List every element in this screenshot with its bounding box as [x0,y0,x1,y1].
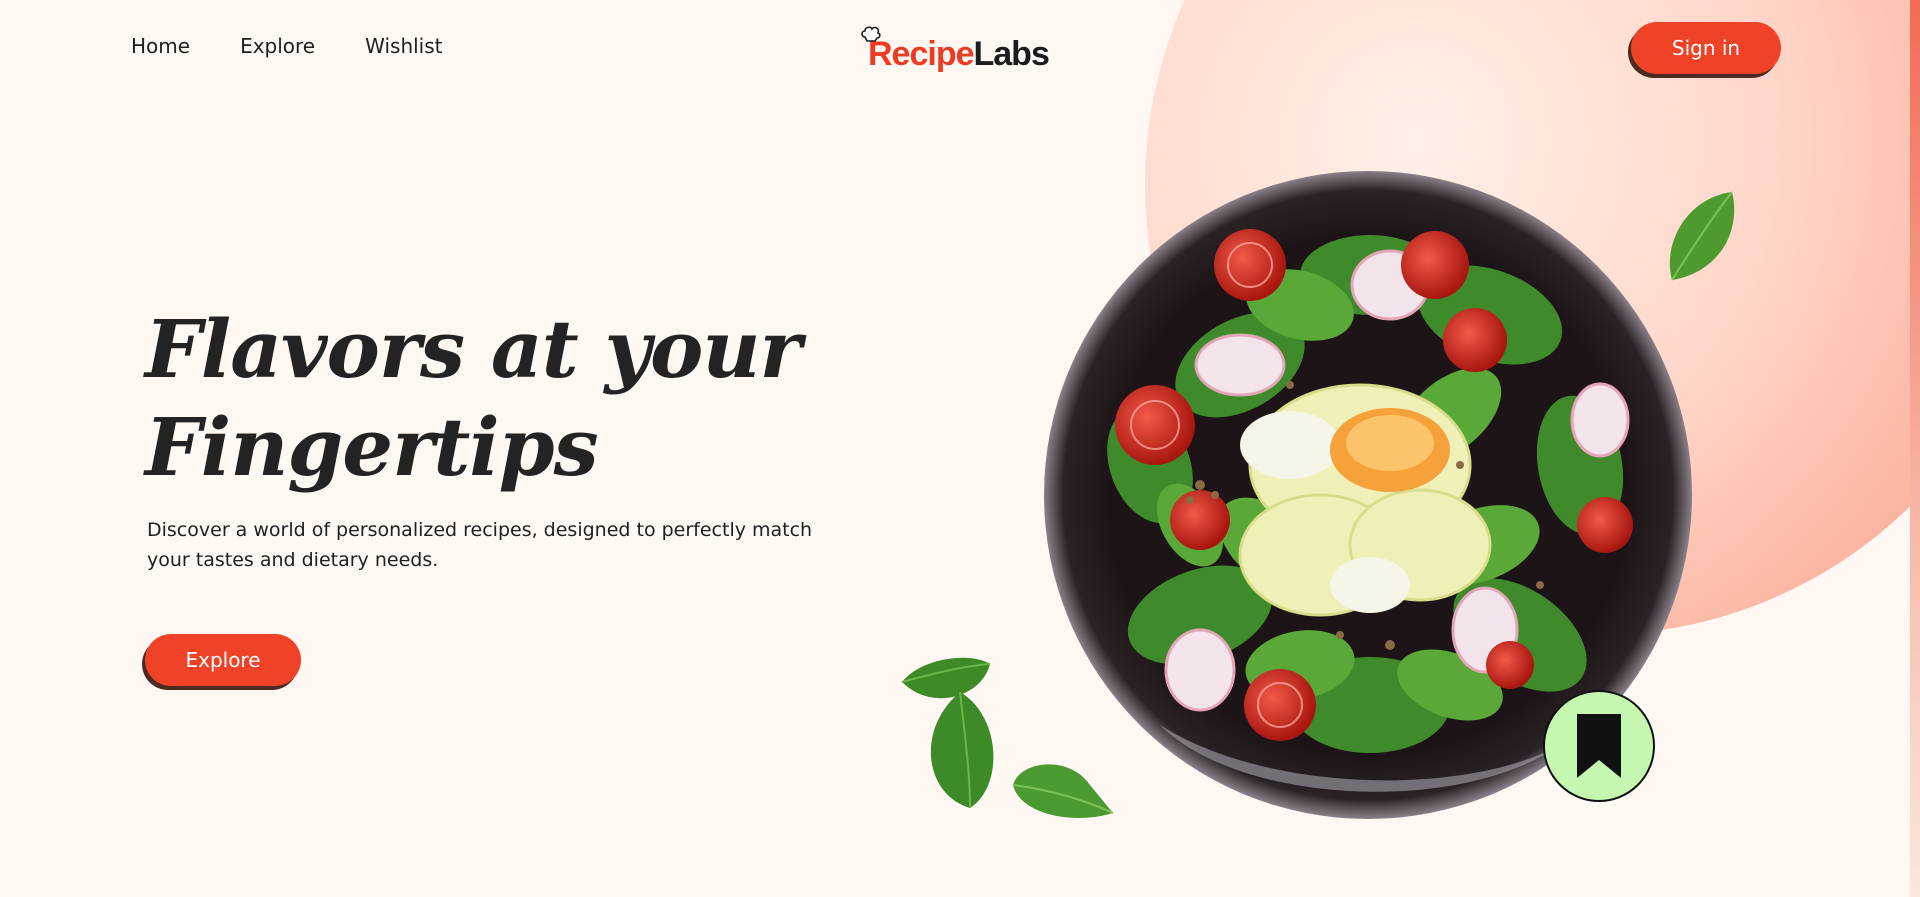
explore-cta-button[interactable]: Explore [145,634,301,686]
headline-line-2: Fingertips [145,400,599,494]
landing-page: Home Explore Wishlist Recipe Labs Sign in… [0,0,1920,897]
nav-explore-link[interactable]: Explore [240,34,315,58]
spinach-leaf-image [1669,191,1735,281]
logo-text-labs: Labs [973,35,1050,73]
bookmark-button[interactable] [1543,690,1655,802]
sign-in-button[interactable]: Sign in [1631,22,1781,74]
recipelabs-logo[interactable]: Recipe Labs [860,26,1050,74]
chef-hat-icon [861,26,881,42]
right-edge-accent [1910,0,1920,897]
spinach-leaf-image [1012,764,1114,818]
main-nav: Home Explore Wishlist [131,34,443,58]
bookmark-icon [1577,714,1621,778]
spinach-leaf-image [930,691,994,809]
nav-wishlist-link[interactable]: Wishlist [365,34,442,58]
hero-headline: Flavors at your Fingertips [145,300,865,496]
headline-line-1: Flavors at your [145,302,802,396]
hero-subtitle: Discover a world of personalized recipes… [147,519,813,571]
nav-home-link[interactable]: Home [131,34,190,58]
